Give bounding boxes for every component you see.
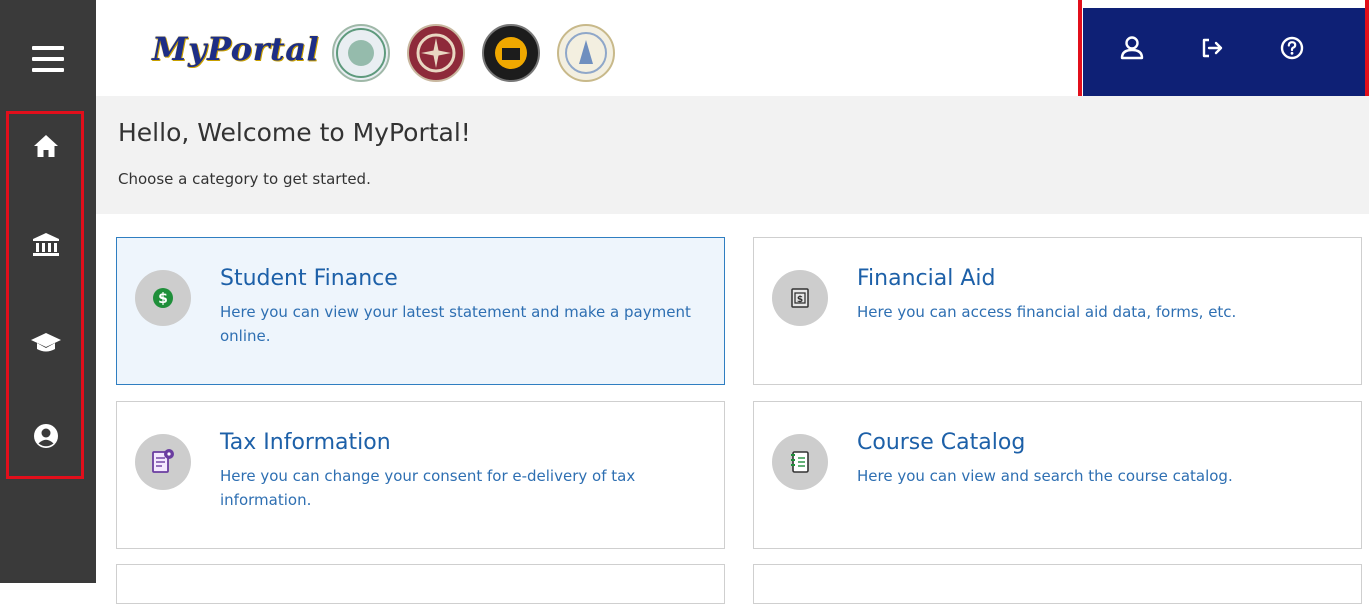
sidebar-item-home[interactable] xyxy=(28,128,64,164)
svg-text:$: $ xyxy=(797,295,803,305)
hamburger-icon[interactable] xyxy=(32,46,64,72)
side-navigation-rail xyxy=(0,0,96,583)
page-subtitle: Choose a category to get started. xyxy=(118,170,371,188)
graduation-cap-icon xyxy=(31,333,61,352)
card-title: Student Finance xyxy=(220,266,398,291)
card-title: Financial Aid xyxy=(857,266,996,291)
brand-logo[interactable]: MyPortal xyxy=(152,30,319,68)
card-description: Here you can change your consent for e-d… xyxy=(220,467,636,509)
dollar-coin-icon: $ xyxy=(135,270,191,326)
moreno-valley-college-seal xyxy=(332,24,390,82)
card-description: Here you can view your latest statement … xyxy=(220,303,691,345)
page-title: Hello, Welcome to MyPortal! xyxy=(118,118,471,147)
user-circle-icon xyxy=(34,424,58,448)
card-description: Here you can access financial aid data, … xyxy=(857,303,1237,321)
help-button[interactable] xyxy=(1278,34,1306,62)
card-title: Course Catalog xyxy=(857,430,1026,455)
category-grid: $ Student Finance Here you can view your… xyxy=(96,214,1369,604)
sign-out-button[interactable] xyxy=(1198,34,1226,62)
money-document-icon: $ xyxy=(772,270,828,326)
card-partial[interactable] xyxy=(116,564,725,604)
card-student-finance[interactable]: $ Student Finance Here you can view your… xyxy=(116,237,725,385)
bank-icon xyxy=(33,233,59,256)
sidebar-item-institution[interactable] xyxy=(28,226,64,262)
welcome-banner: Hello, Welcome to MyPortal! Choose a cat… xyxy=(96,96,1369,214)
sign-out-icon xyxy=(1202,38,1223,58)
riverside-ccd-seal xyxy=(557,24,615,82)
card-course-catalog[interactable]: Course Catalog Here you can view and sea… xyxy=(753,401,1362,549)
home-icon xyxy=(34,135,58,157)
card-financial-aid[interactable]: $ Financial Aid Here you can access fina… xyxy=(753,237,1362,385)
profile-button[interactable] xyxy=(1118,34,1146,62)
svg-text:$: $ xyxy=(158,291,168,307)
user-icon xyxy=(1120,36,1144,60)
catalog-book-icon xyxy=(772,434,828,490)
norco-college-seal xyxy=(407,24,465,82)
card-title: Tax Information xyxy=(220,430,391,455)
sidebar-item-profile[interactable] xyxy=(28,418,64,454)
card-partial[interactable] xyxy=(753,564,1362,604)
card-description: Here you can view and search the course … xyxy=(857,467,1233,485)
tax-form-icon xyxy=(135,434,191,490)
card-tax-information[interactable]: Tax Information Here you can change your… xyxy=(116,401,725,549)
sidebar-item-academics[interactable] xyxy=(28,324,64,360)
help-icon xyxy=(1280,36,1304,60)
riverside-city-college-seal xyxy=(482,24,540,82)
